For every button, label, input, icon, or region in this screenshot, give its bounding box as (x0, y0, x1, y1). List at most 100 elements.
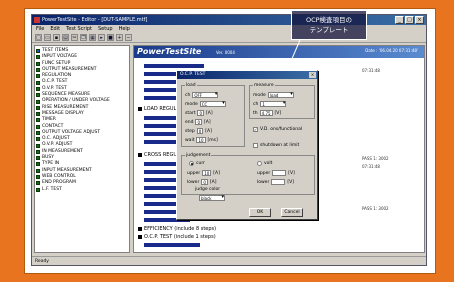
measure-mode-select[interactable]: load (267, 92, 294, 98)
load-end-field: end 0 [A] (185, 119, 211, 125)
window-controls: _ □ × (395, 16, 424, 24)
load-end-input[interactable]: 0 (195, 119, 203, 125)
tree-item[interactable]: L.F. TEST (36, 187, 128, 193)
judge-upper-field: upper 10 [A] (187, 170, 220, 176)
judge-upper-v-input[interactable] (272, 170, 287, 176)
load-group-label: load (185, 83, 197, 88)
bullet-icon (138, 227, 142, 231)
copy-icon[interactable]: ❐ (80, 34, 87, 41)
judge-lower-v-input[interactable] (271, 179, 286, 185)
load-start-input[interactable]: 0 (197, 110, 205, 116)
measure-th-field: th 4.75 [V] (253, 110, 282, 116)
version-label: Ver. 0004 (216, 50, 235, 55)
load-start-field: start 0 [A] (185, 110, 213, 116)
date-info: Date : '06.04.20 07:31:48' (365, 48, 418, 53)
item-icon (36, 124, 40, 129)
measure-mode-field: mode load (253, 92, 294, 98)
item-icon (36, 99, 40, 104)
shutdown-checkbox[interactable] (253, 143, 258, 148)
item-icon (36, 156, 40, 161)
script-header: PowerTestSite Ver. 0004 Date : '06.04.20… (134, 46, 424, 58)
print-icon[interactable]: ▤ (62, 34, 69, 41)
bullet-icon (138, 107, 142, 111)
bullet-icon (138, 153, 142, 157)
menu-help[interactable]: Help (119, 25, 130, 33)
judge-upper-input[interactable]: 10 (202, 170, 212, 176)
item-icon (36, 93, 40, 98)
close-icon[interactable]: × (415, 16, 424, 24)
item-icon (36, 187, 40, 192)
load-step-input[interactable]: 0 (196, 128, 204, 134)
item-icon (36, 86, 40, 91)
judgement-group-label: judgement (185, 153, 212, 158)
item-icon (36, 61, 40, 66)
judge-curr-option[interactable]: curr (189, 161, 205, 166)
window-title: PowerTestSite - Editor - [DUT-SAMPLE.mtf… (42, 17, 148, 23)
load-mode-field: mode CC (185, 101, 226, 107)
status-text: Ready (35, 259, 49, 264)
item-icon (36, 149, 40, 154)
maximize-icon[interactable]: □ (405, 16, 414, 24)
test-item-tree: TEST ITEMS INPUT VOLTAGE FUNC SETUP OUTP… (34, 45, 130, 253)
load-wait-input[interactable]: 10 (196, 137, 206, 143)
menu-setup[interactable]: Setup (98, 25, 113, 33)
judge-color-field: judge color (195, 187, 221, 192)
load-mode-select[interactable]: CC (199, 101, 226, 107)
ok-button[interactable]: OK (249, 208, 271, 217)
result-value: PASS 1: 3002 (362, 206, 389, 211)
delete-icon[interactable]: − (125, 34, 132, 41)
item-icon (36, 55, 40, 60)
cancel-button[interactable]: Cancel (281, 208, 303, 217)
script-line[interactable] (144, 243, 200, 247)
dialog-title: O.C.P. TEST (180, 72, 206, 77)
minimize-icon[interactable]: _ (395, 16, 404, 24)
ocp-test-dialog: O.C.P. TEST × load ch OFF mode CC start … (176, 70, 318, 220)
app-icon (34, 17, 40, 23)
script-row[interactable]: O.C.P. TEST (include 1 steps) (138, 234, 216, 240)
script-row[interactable]: EFFICIENCY (include 8 steps) (138, 226, 216, 232)
measure-ch-field: ch 1 (253, 101, 287, 107)
callout-line-2: テンプレート (309, 26, 349, 34)
script-line[interactable] (144, 64, 204, 68)
load-ch-select[interactable]: OFF (192, 92, 219, 98)
save-icon[interactable]: ▪ (53, 34, 60, 41)
paste-icon[interactable]: ▦ (89, 34, 96, 41)
add-icon[interactable]: + (116, 34, 123, 41)
dialog-title-bar: O.C.P. TEST × (177, 71, 317, 79)
menu-test-script[interactable]: Test Script (66, 25, 92, 33)
bullet-icon (138, 235, 142, 239)
menu-edit[interactable]: Edit (50, 25, 60, 33)
script-row[interactable]: LOAD REGULA (138, 106, 180, 112)
curr-radio[interactable] (189, 161, 194, 166)
item-icon (36, 74, 40, 79)
measure-ch-select[interactable]: 1 (260, 101, 287, 107)
stop-icon[interactable]: ■ (107, 34, 114, 41)
result-time: 07:31:48 (362, 68, 380, 73)
measure-th-input[interactable]: 4.75 (259, 110, 273, 116)
item-icon (36, 131, 40, 135)
judge-color-select[interactable]: black (199, 195, 225, 201)
new-icon[interactable]: □ (35, 34, 42, 41)
item-icon (36, 143, 40, 148)
shutdown-option[interactable]: shutdown at limit (253, 143, 299, 148)
judge-lower-input[interactable]: 0 (201, 179, 208, 185)
vcheck-checkbox[interactable]: ✓ (253, 127, 258, 132)
annotation-callout: OCP検査項目の テンプレート (291, 10, 367, 40)
item-icon (36, 181, 40, 186)
vcheck-option[interactable]: ✓ V.D. ons/functional (253, 127, 302, 132)
item-icon (36, 105, 40, 110)
cut-icon[interactable]: ✂ (71, 34, 78, 41)
run-icon[interactable]: ▸ (98, 34, 105, 41)
load-ch-field: ch OFF (185, 92, 219, 98)
item-icon (36, 80, 40, 85)
close-icon[interactable]: × (309, 72, 316, 78)
judge-upper-v-field: upper [V] (257, 170, 295, 176)
open-icon[interactable]: ▭ (44, 34, 51, 41)
script-row[interactable]: CROSS REGUL (138, 152, 180, 158)
menu-file[interactable]: File (36, 25, 44, 33)
load-step-field: step 0 [A] (185, 128, 212, 134)
item-icon (36, 162, 40, 167)
item-icon (36, 168, 40, 173)
judge-volt-option[interactable]: volt (257, 161, 272, 166)
volt-radio[interactable] (257, 161, 262, 166)
